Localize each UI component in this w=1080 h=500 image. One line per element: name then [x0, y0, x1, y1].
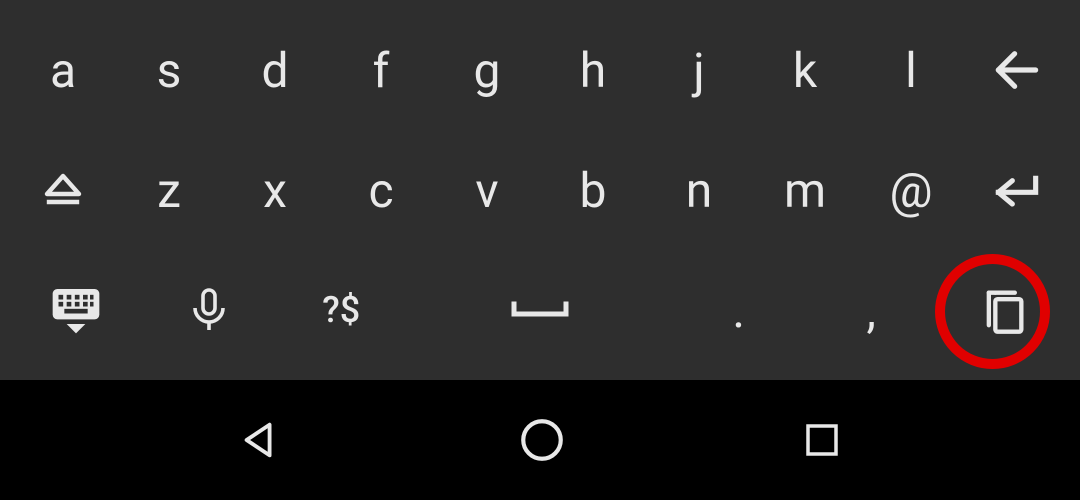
key-g[interactable]: g	[434, 10, 540, 130]
key-l[interactable]: l	[858, 10, 964, 130]
key-a[interactable]: a	[10, 10, 116, 130]
shift-key[interactable]	[10, 130, 116, 250]
microphone-icon	[185, 286, 233, 334]
key-c[interactable]: c	[328, 130, 434, 250]
keyboard-row-2: z x c v b n m @	[0, 130, 1080, 250]
key-at[interactable]: @	[858, 130, 964, 250]
recent-apps-button[interactable]	[801, 419, 843, 461]
nav-back-icon	[237, 417, 283, 463]
voice-input-key[interactable]	[143, 250, 276, 370]
enter-icon	[989, 162, 1045, 218]
enter-key[interactable]	[964, 130, 1070, 250]
key-k[interactable]: k	[752, 10, 858, 130]
key-s[interactable]: s	[116, 10, 222, 130]
key-z[interactable]: z	[116, 130, 222, 250]
key-period[interactable]: .	[673, 250, 806, 370]
key-d[interactable]: d	[222, 10, 328, 130]
key-n[interactable]: n	[646, 130, 752, 250]
key-m[interactable]: m	[752, 130, 858, 250]
back-button[interactable]	[237, 417, 283, 463]
backspace-icon	[989, 42, 1045, 98]
copy-key[interactable]	[938, 250, 1071, 370]
nav-recent-icon	[801, 419, 843, 461]
space-icon	[510, 296, 570, 324]
key-x[interactable]: x	[222, 130, 328, 250]
keyboard-hide-icon	[48, 282, 104, 338]
nav-home-icon	[517, 415, 567, 465]
space-key[interactable]	[408, 250, 673, 370]
copy-icon	[978, 284, 1030, 336]
home-button[interactable]	[517, 415, 567, 465]
key-comma[interactable]: ,	[805, 250, 938, 370]
key-b[interactable]: b	[540, 130, 646, 250]
keyboard-row-3: ?$ . ,	[0, 250, 1080, 370]
backspace-key[interactable]	[964, 10, 1070, 130]
keyboard-row-1: a s d f g h j k l	[0, 10, 1080, 130]
symbols-key[interactable]: ?$	[275, 250, 408, 370]
hide-keyboard-key[interactable]	[10, 250, 143, 370]
key-v[interactable]: v	[434, 130, 540, 250]
shift-icon	[39, 166, 87, 214]
on-screen-keyboard: a s d f g h j k l z x	[0, 0, 1080, 380]
key-h[interactable]: h	[540, 10, 646, 130]
key-f[interactable]: f	[328, 10, 434, 130]
system-nav-bar	[0, 380, 1080, 500]
key-j[interactable]: j	[646, 10, 752, 130]
